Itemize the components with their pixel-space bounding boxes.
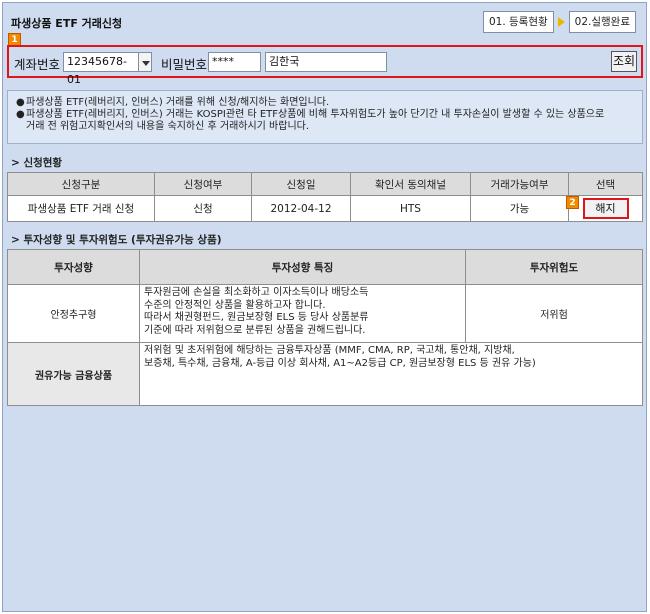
column-header: 신청여부 bbox=[154, 172, 252, 196]
description-line: 기준에 따라 저위험으로 분류된 상품을 권해드립니다. bbox=[144, 324, 366, 336]
notice-line-1: 파생상품 ETF(레버리지, 인버스) 거래를 위해 신청/해지하는 화면입니다… bbox=[26, 97, 330, 108]
chevron-down-icon[interactable] bbox=[138, 52, 152, 72]
investment-type-cell: 안정추구형 bbox=[7, 284, 140, 343]
action-cell: 해지 bbox=[568, 195, 643, 222]
notice-line-2: 파생상품 ETF(레버리지, 인버스) 거래는 KOSPI관련 타 ETF상품에… bbox=[26, 109, 605, 120]
description-line: 저위험 및 초저위험에 해당하는 금융투자상품 (MMF, CMA, RP, 국… bbox=[144, 345, 515, 356]
investment-description-cell: 투자원금에 손실을 최소화하고 이자소득이나 배당소득 수준의 안정적인 상품을… bbox=[139, 284, 466, 343]
column-header: 신청일 bbox=[251, 172, 351, 196]
application-date-cell: 2012-04-12 bbox=[251, 195, 351, 222]
password-input[interactable]: **** bbox=[208, 52, 261, 72]
investment-profile-table: 투자성향 투자성향 특징 투자위험도 안정추구형 투자원금에 손실을 최소화하고… bbox=[7, 249, 643, 406]
column-header: 투자성향 bbox=[7, 249, 140, 285]
table-row: 권유가능 금융상품 저위험 및 초저위험에 해당하는 금융투자상품 (MMF, … bbox=[7, 342, 643, 406]
table-row: 안정추구형 투자원금에 손실을 최소화하고 이자소득이나 배당소득 수준의 안정… bbox=[7, 284, 643, 343]
investment-profile-heading: > 투자성향 및 투자위험도 (투자권유가능 상품) bbox=[11, 234, 222, 246]
account-search-bar: 계좌번호 12345678-01 비밀번호 **** 김한국 조회 bbox=[7, 45, 643, 86]
description-line: 따라서 채권형펀드, 원금보장형 ELS 등 당사 상품분류 bbox=[144, 312, 369, 323]
notice-box: ● 파생상품 ETF(레버리지, 인버스) 거래를 위해 신청/해지하는 화면입… bbox=[7, 90, 643, 144]
description-line: 수준의 안정적인 상품을 활용하고자 합니다. bbox=[144, 299, 326, 311]
cancel-button[interactable]: 해지 bbox=[582, 198, 629, 219]
application-status-table: 신청구분 신청여부 신청일 확인서 동의채널 거래가능여부 선택 파생상품 ET… bbox=[7, 172, 643, 222]
step-arrow-icon bbox=[557, 17, 565, 27]
table-header-row: 투자성향 투자성향 특징 투자위험도 bbox=[7, 249, 643, 285]
step-indicator: 01. 등록현황 02.실행완료 bbox=[482, 11, 636, 33]
notice-line-3: 거래 전 위험고지확인서의 내용을 숙지하신 후 거래하시기 바랍니다. bbox=[26, 121, 310, 132]
recommendable-products-cell: 저위험 및 초저위험에 해당하는 금융투자상품 (MMF, CMA, RP, 국… bbox=[139, 342, 643, 406]
bullet-icon: ● bbox=[16, 97, 25, 108]
step-execution-complete[interactable]: 02.실행완료 bbox=[568, 11, 636, 33]
description-line: 투자원금에 손실을 최소화하고 이자소득이나 배당소득 bbox=[144, 287, 369, 298]
application-type-cell: 파생상품 ETF 거래 신청 bbox=[7, 195, 155, 222]
password-label: 비밀번호 bbox=[161, 57, 208, 72]
column-header: 투자성향 특징 bbox=[139, 249, 466, 285]
step-badge-2: 2 bbox=[566, 196, 579, 209]
tradable-cell: 가능 bbox=[470, 195, 569, 222]
table-header-row: 신청구분 신청여부 신청일 확인서 동의채널 거래가능여부 선택 bbox=[7, 172, 643, 196]
step-registration-status[interactable]: 01. 등록현황 bbox=[482, 11, 554, 33]
query-button[interactable]: 조회 bbox=[611, 51, 637, 72]
column-header: 확인서 동의채널 bbox=[350, 172, 471, 196]
bullet-icon: ● bbox=[16, 109, 25, 120]
consent-channel-cell: HTS bbox=[350, 195, 471, 222]
application-status-cell: 신청 bbox=[154, 195, 252, 222]
column-header: 거래가능여부 bbox=[470, 172, 569, 196]
application-status-heading: > 신청현황 bbox=[11, 157, 63, 169]
risk-level-cell: 저위험 bbox=[465, 284, 643, 343]
column-header: 투자위험도 bbox=[465, 249, 643, 285]
column-header: 신청구분 bbox=[7, 172, 155, 196]
account-number-label: 계좌번호 bbox=[14, 57, 61, 72]
account-holder-name-field: 김한국 bbox=[265, 52, 387, 72]
main-panel: 파생상품 ETF 거래신청 01. 등록현황 02.실행완료 1 계좌번호 12… bbox=[2, 2, 647, 612]
description-line: 보증채, 특수채, 금융채, A-등급 이상 회사채, A1~A2등급 CP, … bbox=[144, 357, 536, 369]
column-header: 선택 bbox=[568, 172, 643, 196]
account-number-select[interactable]: 12345678-01 bbox=[63, 52, 140, 86]
table-row: 파생상품 ETF 거래 신청 신청 2012-04-12 HTS 가능 해지 bbox=[7, 195, 643, 222]
recommendable-products-label: 권유가능 금융상품 bbox=[7, 342, 140, 406]
page-title: 파생상품 ETF 거래신청 bbox=[11, 17, 123, 30]
